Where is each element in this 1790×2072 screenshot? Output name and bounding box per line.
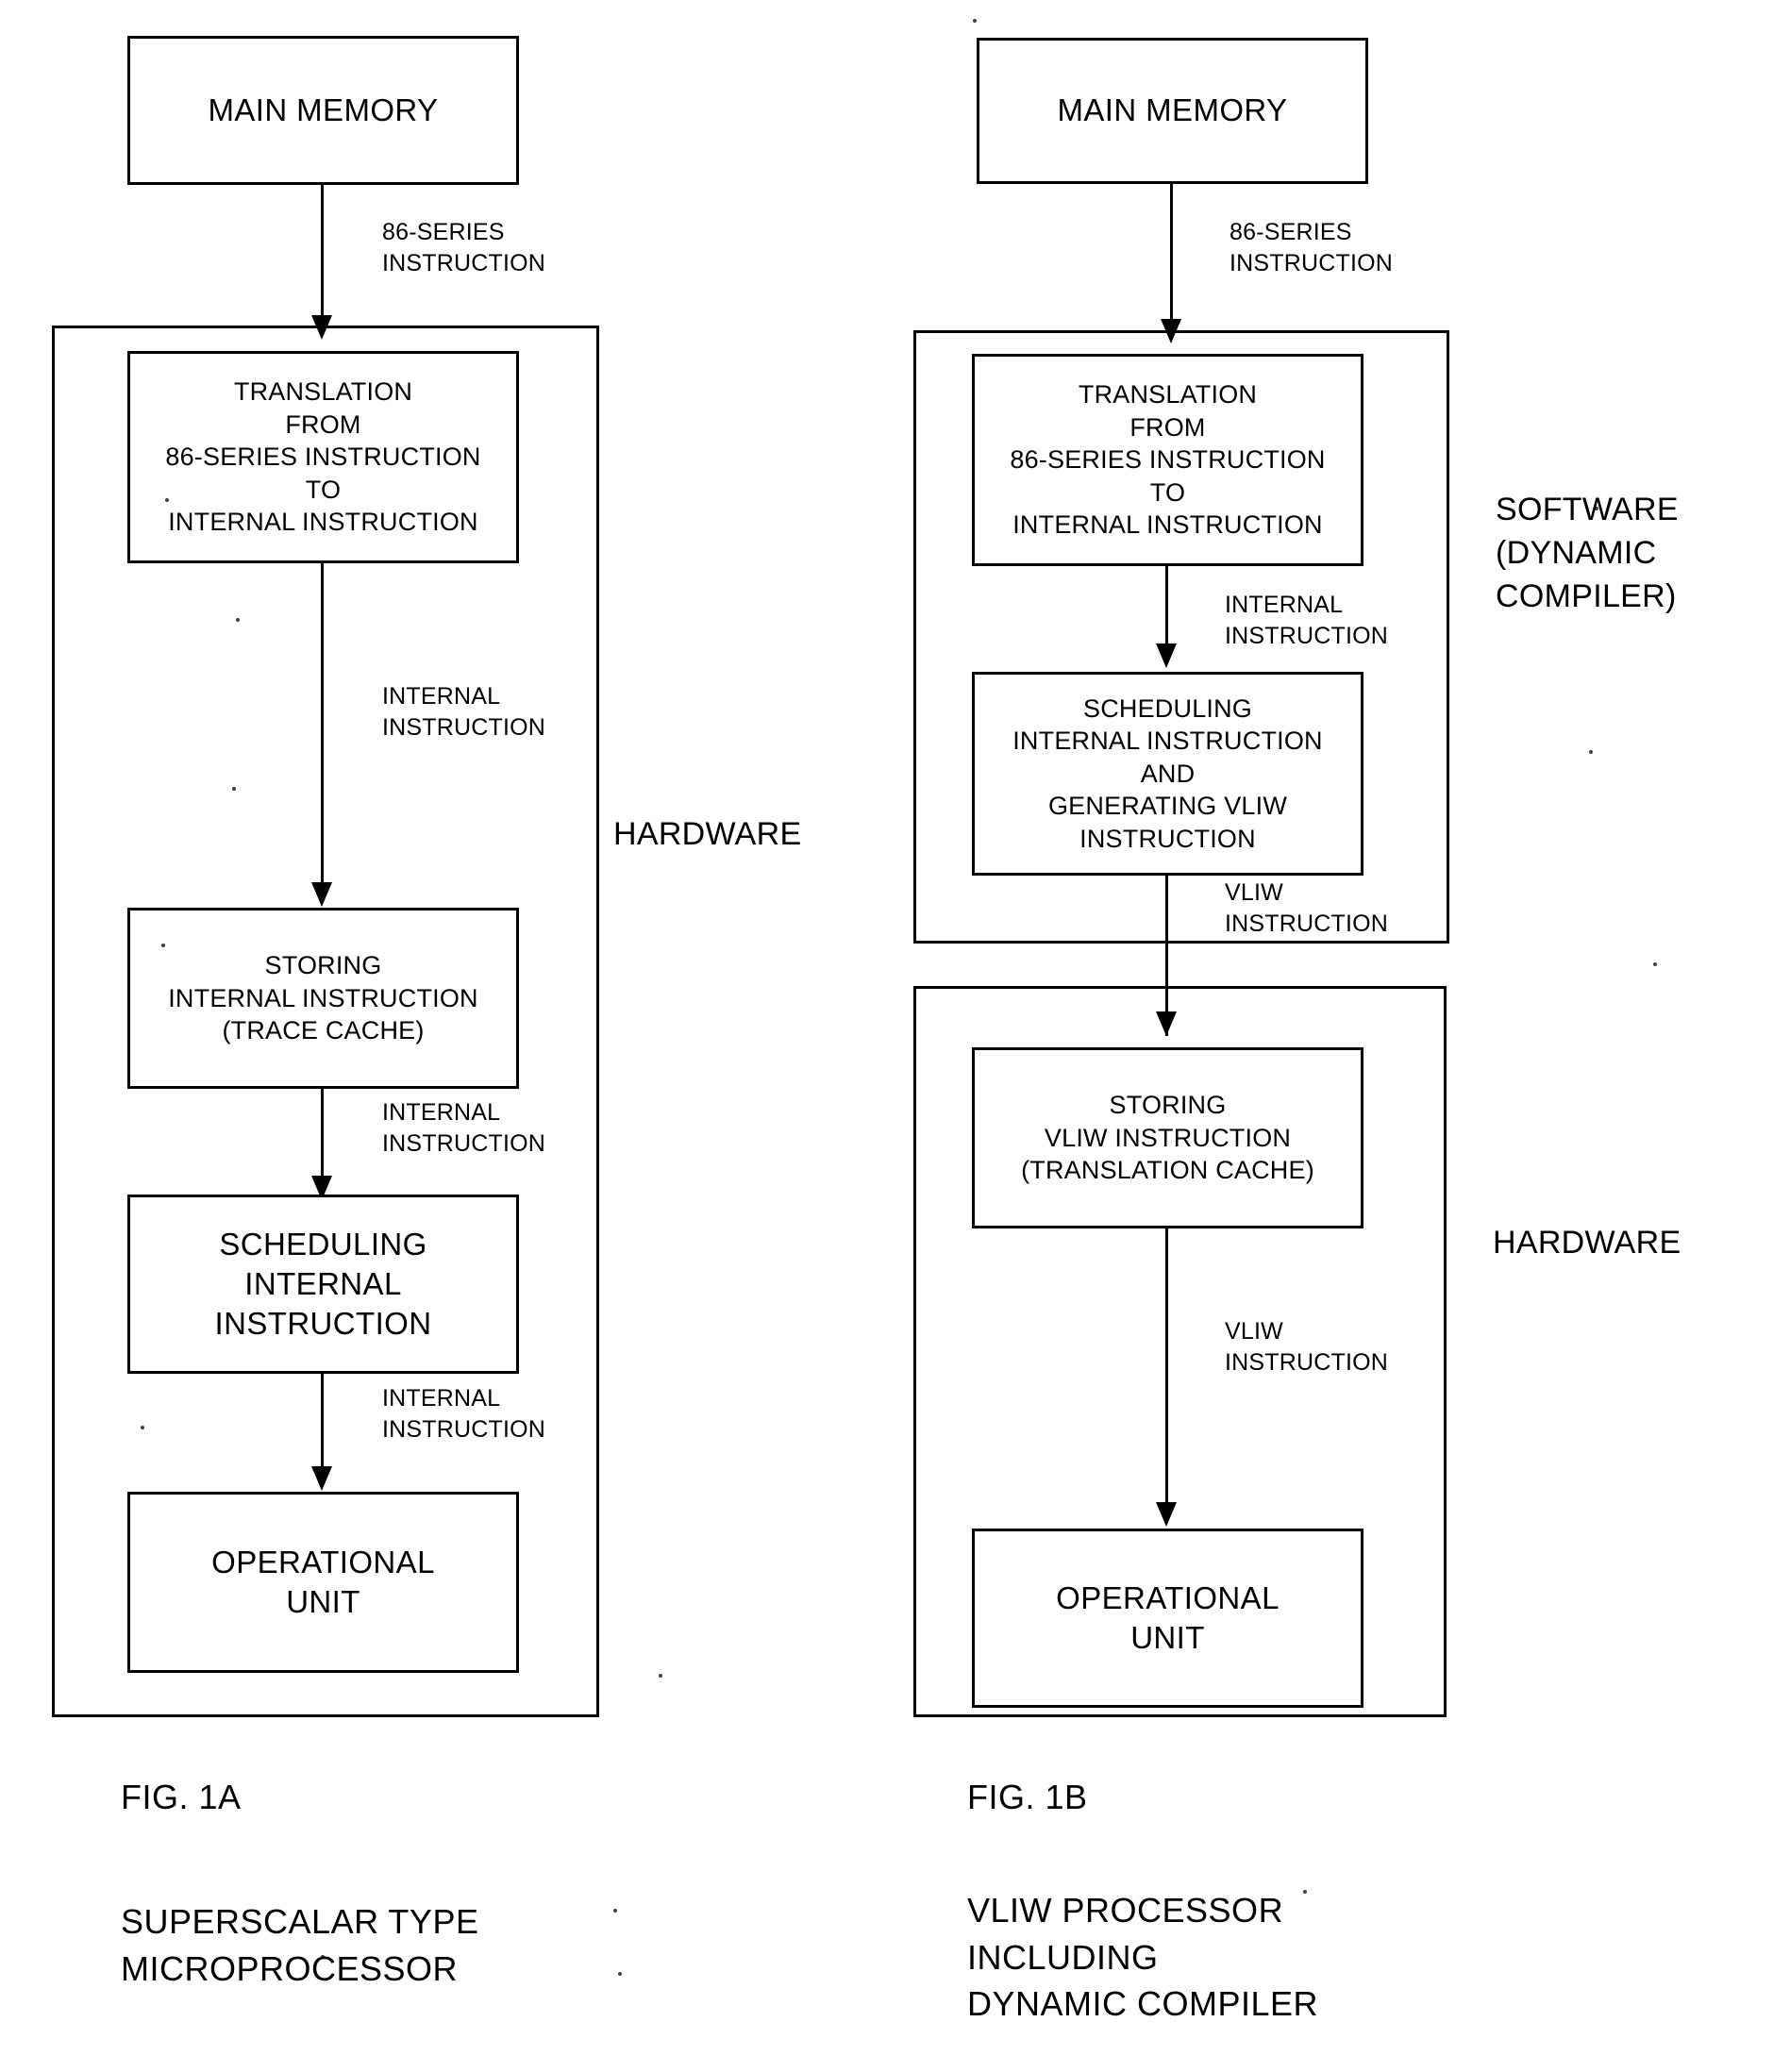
fig1a-caption-title: SUPERSCALAR TYPE MICROPROCESSOR [121,1902,479,1988]
fig1b-vliw-instruction-label-2: VLIW INSTRUCTION [1225,1318,1389,1377]
scan-speck [1595,507,1598,510]
scan-speck [165,498,169,502]
scan-speck [1303,1890,1307,1894]
fig1b-caption-title: VLIW PROCESSOR INCLUDING DYNAMIC COMPILE… [967,1891,1319,2024]
scan-speck [1653,962,1657,966]
fig1b-main-memory-box: MAIN MEMORY [977,38,1368,184]
fig1b-caption-label: FIG. 1B [967,1778,1088,1816]
fig1b-translation-box: TRANSLATION FROM 86-SERIES INSTRUCTION T… [972,354,1363,566]
fig1a-86-series-instruction-label: 86-SERIES INSTRUCTION [382,219,546,277]
fig1b-scheduling-vliw-box: SCHEDULING INTERNAL INSTRUCTION AND GENE… [972,672,1363,876]
scan-speck [618,1972,622,1976]
fig1a-internal-instruction-label-3: INTERNAL INSTRUCTION [382,1385,546,1444]
fig1a-caption-label: FIG. 1A [121,1778,242,1816]
scan-speck [232,787,236,791]
scan-speck [973,19,977,23]
scan-speck [659,1674,662,1678]
fig1a-translation-box: TRANSLATION FROM 86-SERIES INSTRUCTION T… [127,351,519,563]
scan-speck [161,944,165,947]
fig1a-internal-instruction-label-2: INTERNAL INSTRUCTION [382,1099,546,1158]
fig1a-storing-box: STORING INTERNAL INSTRUCTION (TRACE CACH… [127,908,519,1089]
scan-speck [236,618,240,622]
fig1b-hardware-label: HARDWARE [1493,1225,1681,1261]
fig1b-storing-vliw-box: STORING VLIW INSTRUCTION (TRANSLATION CA… [972,1047,1363,1228]
fig1a-main-memory-label: MAIN MEMORY [208,92,439,127]
fig1b-internal-instruction-label-1: INTERNAL INSTRUCTION [1225,592,1389,650]
fig1a-hardware-label: HARDWARE [613,816,802,852]
fig1b-vliw-instruction-label-1: VLIW INSTRUCTION [1225,879,1389,938]
fig1b-software-label: SOFTWARE (DYNAMIC COMPILER) [1496,492,1679,614]
scan-speck [141,1426,144,1429]
scan-speck [613,1909,617,1913]
fig1b-operational-unit-box: OPERATIONAL UNIT [972,1529,1363,1708]
patent-figure-sheet: MAIN MEMORY 86-SERIES INSTRUCTION HARDWA… [0,0,1790,2072]
fig1a-operational-unit-box: OPERATIONAL UNIT [127,1492,519,1673]
fig1b-main-memory-label: MAIN MEMORY [1057,92,1288,128]
fig1a-scheduling-box: SCHEDULING INTERNAL INSTRUCTION [127,1195,519,1374]
fig1a-internal-instruction-label-1: INTERNAL INSTRUCTION [382,683,546,742]
fig1b-86-series-instruction-label: 86-SERIES INSTRUCTION [1230,219,1394,277]
fig1a-main-memory-box: MAIN MEMORY [127,36,519,185]
scan-speck [321,1955,325,1959]
scan-speck [1589,750,1593,754]
